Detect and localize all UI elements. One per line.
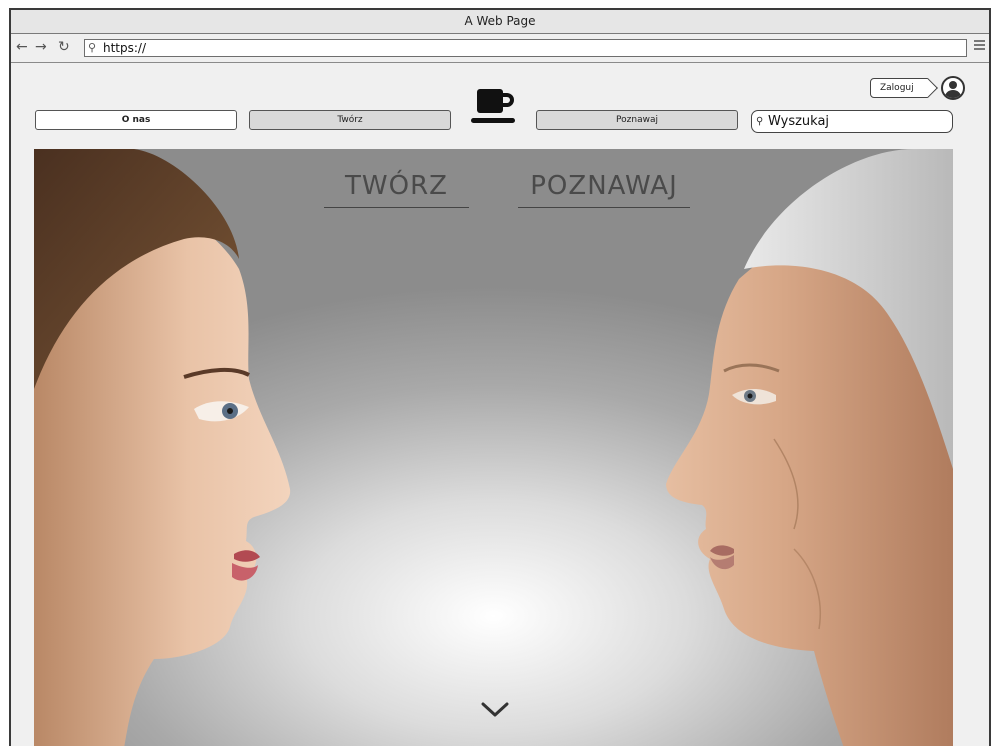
coffee-cup-icon[interactable]	[469, 87, 517, 127]
address-bar: ← → ↻ ⚲ https://	[11, 34, 989, 63]
arrow-right-icon[interactable]: →	[35, 38, 47, 56]
hero-banner: TWÓRZ POZNAWAJ	[34, 149, 953, 746]
search-placeholder: Wyszukaj	[768, 114, 830, 129]
page-content: Zaloguj O nas Twórz Poznawaj ⚲ Wyszukaj	[11, 63, 989, 746]
reload-icon[interactable]: ↻	[58, 38, 70, 56]
window-title: A Web Page	[11, 10, 989, 34]
login-button[interactable]: Zaloguj	[870, 78, 928, 98]
hero-image	[34, 149, 953, 746]
chevron-down-icon[interactable]	[481, 701, 509, 719]
url-search-icon: ⚲	[88, 41, 97, 54]
search-input[interactable]: ⚲ Wyszukaj	[751, 110, 953, 133]
nav-about-button[interactable]: O nas	[35, 110, 237, 130]
user-avatar-icon[interactable]	[941, 76, 965, 100]
hero-link-create[interactable]: TWÓRZ	[324, 171, 469, 208]
arrow-left-icon[interactable]: ←	[16, 38, 28, 56]
nav-create-button[interactable]: Twórz	[249, 110, 451, 130]
browser-window: A Web Page ← → ↻ ⚲ https:// Zaloguj O na…	[9, 8, 991, 746]
url-text: https://	[103, 41, 147, 55]
nav-explore-button[interactable]: Poznawaj	[536, 110, 738, 130]
url-input[interactable]: ⚲ https://	[84, 39, 967, 57]
hamburger-icon[interactable]	[974, 40, 985, 51]
hero-link-explore[interactable]: POZNAWAJ	[518, 171, 690, 208]
search-icon: ⚲	[756, 116, 764, 127]
